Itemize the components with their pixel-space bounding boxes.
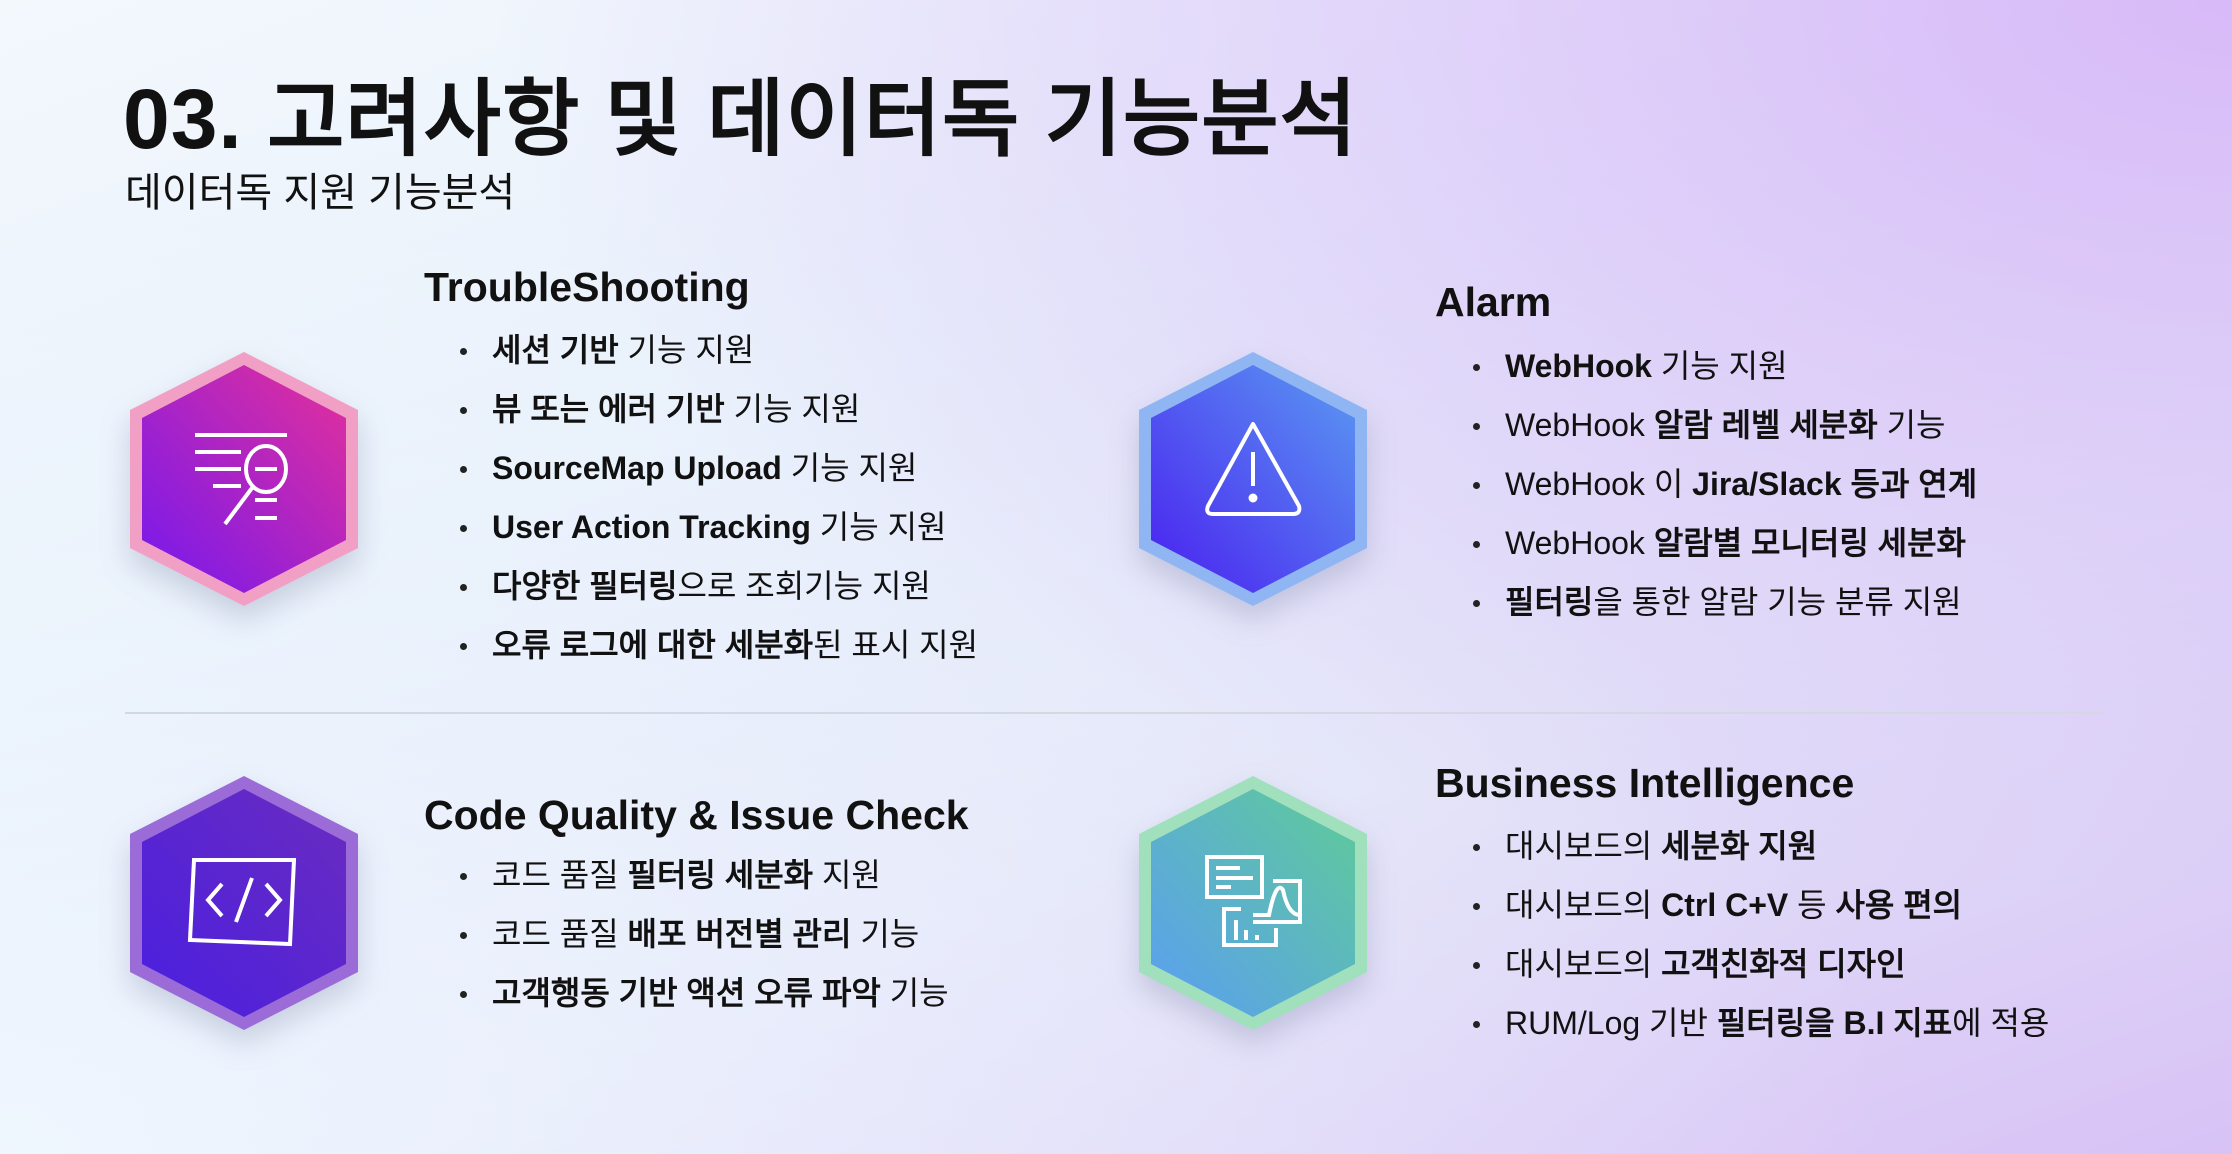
text: 된 표시 지원: [813, 627, 979, 663]
bold-text: Jira/Slack 등과 연계: [1692, 466, 1978, 502]
bold-text: SourceMap Upload: [492, 450, 782, 486]
text: RUM/Log 기반: [1505, 1005, 1717, 1041]
troubleshooting-heading: TroubleShooting: [424, 264, 750, 310]
text: 기능: [851, 916, 920, 952]
list-item: WebHook 알람 레벨 세분화 기능: [1473, 396, 1977, 455]
text: 지원: [813, 857, 881, 893]
list-item: 세션 기반 기능 지원: [460, 321, 978, 380]
list-item: 필터링을 통한 알람 기능 분류 지원: [1473, 573, 1977, 632]
bold-text: 알람 레벨 세분화: [1653, 407, 1878, 443]
text: 기능 지원: [810, 509, 947, 545]
business-intelligence-list: 대시보드의 세분화 지원 대시보드의 Ctrl C+V 등 사용 편의 대시보드의 …: [1473, 817, 2049, 1053]
code-quality-hexagon: [124, 772, 364, 1034]
page-subtitle: 데이터독 지원 기능분석: [125, 171, 516, 215]
list-item: WebHook 이 Jira/Slack 등과 연계: [1473, 455, 1977, 514]
alarm-hexagon: [1133, 348, 1373, 610]
list-item: User Action Tracking 기능 지원: [460, 498, 978, 557]
list-item: 코드 품질 배포 버전별 관리 기능: [460, 905, 949, 964]
bold-text: Ctrl C+V: [1661, 887, 1789, 923]
page-title: 03. 고려사항 및 데이터독 기능분석: [123, 72, 1358, 166]
text: 으로 조회기능 지원: [677, 568, 931, 604]
text: WebHook: [1505, 525, 1654, 561]
text: 을 통한 알람 기능 분류 지원: [1593, 584, 1962, 620]
text: 코드 품질: [492, 857, 628, 893]
bold-text: User Action Tracking: [492, 509, 811, 545]
business-intelligence-heading: Business Intelligence: [1435, 760, 1855, 806]
text: 에 적용: [1952, 1005, 2050, 1041]
business-intelligence-hexagon: [1133, 772, 1373, 1034]
text: 코드 품질: [492, 916, 628, 952]
bold-text: WebHook: [1505, 348, 1652, 384]
bold-text: 고객행동 기반 액션 오류 파악: [492, 975, 881, 1011]
text: 기능 지원: [724, 391, 861, 427]
bold-text: 다양한 필터링: [492, 568, 678, 604]
list-item: WebHook 기능 지원: [1473, 337, 1977, 396]
troubleshooting-list: 세션 기반 기능 지원 뷰 또는 에러 기반 기능 지원 SourceMap Upl…: [460, 321, 978, 675]
list-item: WebHook 알람별 모니터링 세분화: [1473, 514, 1977, 573]
text: 기능 지원: [1651, 348, 1788, 384]
list-item: 대시보드의 고객친화적 디자인: [1473, 935, 2049, 994]
text: 기능: [1877, 407, 1946, 443]
bold-text: 사용 편의: [1835, 887, 1963, 923]
list-item: 오류 로그에 대한 세분화된 표시 지원: [460, 616, 978, 675]
text: 대시보드의: [1505, 946, 1662, 982]
list-item: 대시보드의 세분화 지원: [1473, 817, 2049, 876]
bold-text: 필터링 세분화: [627, 857, 814, 893]
text: 기능 지원: [618, 332, 755, 368]
alarm-heading: Alarm: [1435, 279, 1552, 325]
list-item: 코드 품질 필터링 세분화 지원: [460, 846, 949, 905]
alarm-list: WebHook 기능 지원 WebHook 알람 레벨 세분화 기능 WebHook…: [1473, 337, 1977, 632]
bold-text: 고객친화적 디자인: [1661, 946, 1906, 982]
bold-text: 알람별 모니터링 세분화: [1653, 525, 1966, 561]
text: 기능: [880, 975, 949, 1011]
list-item: 다양한 필터링으로 조회기능 지원: [460, 557, 978, 616]
divider: [125, 712, 2102, 714]
text: 등: [1788, 887, 1836, 923]
bold-text: 뷰 또는 에러 기반: [492, 391, 725, 427]
list-item: SourceMap Upload 기능 지원: [460, 439, 978, 498]
bold-text: 오류 로그에 대한 세분화: [492, 627, 814, 663]
code-quality-heading: Code Quality & Issue Check: [424, 792, 969, 838]
text: 대시보드의: [1505, 887, 1662, 923]
bold-text: 필터링: [1505, 584, 1594, 620]
list-item: 대시보드의 Ctrl C+V 등 사용 편의: [1473, 876, 2049, 935]
text: WebHook 이: [1505, 466, 1693, 502]
text: 기능 지원: [781, 450, 918, 486]
list-item: 뷰 또는 에러 기반 기능 지원: [460, 380, 978, 439]
list-item: RUM/Log 기반 필터링을 B.I 지표에 적용: [1473, 994, 2049, 1053]
bold-text: 필터링을 B.I 지표: [1716, 1005, 1953, 1041]
code-quality-list: 코드 품질 필터링 세분화 지원 코드 품질 배포 버전별 관리 기능 고객행동 기…: [460, 846, 949, 1023]
text: WebHook: [1505, 407, 1654, 443]
bold-text: 배포 버전별 관리: [627, 916, 852, 952]
text: 대시보드의: [1505, 828, 1662, 864]
bold-text: 세션 기반: [492, 332, 619, 368]
list-item: 고객행동 기반 액션 오류 파악 기능: [460, 964, 949, 1023]
bold-text: 세분화 지원: [1661, 828, 1818, 864]
troubleshooting-hexagon: [124, 348, 364, 610]
